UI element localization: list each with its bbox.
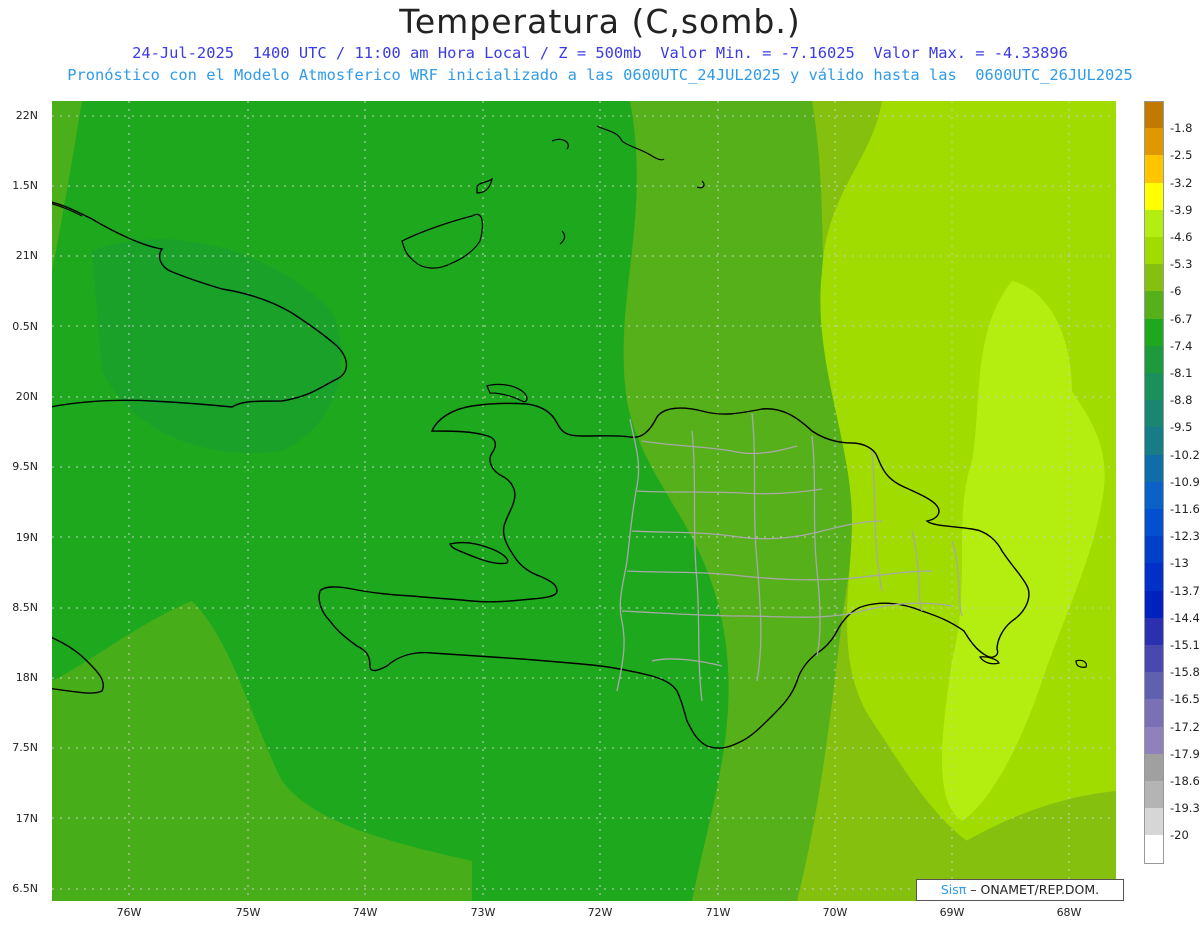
legend-swatch <box>1144 400 1164 429</box>
lat-label: 0.5N <box>12 320 38 333</box>
legend-swatch <box>1144 781 1164 809</box>
lat-label: 21N <box>15 249 38 262</box>
lat-label: 6.5N <box>12 882 38 895</box>
legend-swatch <box>1144 835 1164 865</box>
legend-swatch <box>1144 645 1164 673</box>
legend-label: -2.5 <box>1170 148 1193 163</box>
lat-label: 19N <box>15 531 38 544</box>
legend-swatch <box>1144 563 1164 592</box>
legend-swatch <box>1144 155 1164 184</box>
legend-label: -6 <box>1170 284 1182 299</box>
legend-swatch <box>1144 699 1164 728</box>
lon-label: 74W <box>352 906 378 919</box>
legend-label: -14.4 <box>1170 610 1200 625</box>
legend-label: -1.8 <box>1170 121 1193 136</box>
legend-swatch <box>1144 182 1164 211</box>
legend-label: -9.5 <box>1170 420 1193 435</box>
legend-swatch <box>1144 291 1164 320</box>
legend-swatch <box>1144 753 1164 782</box>
legend-label: -7.4 <box>1170 338 1193 353</box>
legend-swatch <box>1144 536 1164 565</box>
credit-text: – ONAMET/REP.DOM. <box>966 882 1100 897</box>
legend-label: -18.6 <box>1170 774 1200 788</box>
lat-label: 22N <box>15 109 38 122</box>
legend-label: -6.7 <box>1170 311 1193 326</box>
legend-label: -16.5 <box>1170 692 1200 707</box>
legend-swatch <box>1144 101 1164 130</box>
map-title: Temperatura (C,somb.) <box>399 2 801 41</box>
map-canvas <box>52 101 1116 901</box>
lon-label: 73W <box>470 906 496 919</box>
lat-label: 1.5N <box>12 179 38 192</box>
lon-label: 70W <box>822 906 848 919</box>
valid-time-line: 24-Jul-2025 1400 UTC / 11:00 am Hora Loc… <box>132 44 1068 62</box>
legend-label: -12.3 <box>1170 529 1200 544</box>
legend-label: -11.6 <box>1170 502 1200 516</box>
lon-label: 76W <box>116 906 142 919</box>
brand-name: Sisπ <box>940 882 967 897</box>
lon-label: 71W <box>705 906 731 919</box>
legend-swatch <box>1144 264 1164 293</box>
legend-swatch <box>1144 481 1164 510</box>
lon-label: 69W <box>939 906 965 919</box>
legend-label: -3.2 <box>1170 175 1193 190</box>
legend-swatch <box>1144 345 1164 374</box>
legend-swatch <box>1144 590 1164 619</box>
legend-swatch <box>1144 209 1164 238</box>
lat-label: 7.5N <box>12 741 38 754</box>
legend-label: -19.3 <box>1170 801 1200 816</box>
lon-label: 72W <box>587 906 613 919</box>
legend-swatch <box>1144 318 1164 347</box>
legend-swatch <box>1144 808 1164 837</box>
legend-label: -13.7 <box>1170 583 1200 598</box>
legend-label: -10.2 <box>1170 447 1200 462</box>
lat-label: 9.5N <box>12 460 38 473</box>
lat-label: 8.5N <box>12 601 38 614</box>
lon-label: 68W <box>1056 906 1082 919</box>
lat-label: 17N <box>15 812 38 825</box>
legend-label: -3.9 <box>1170 202 1193 217</box>
legend-label: -4.6 <box>1170 230 1193 244</box>
legend-label: -8.1 <box>1170 366 1193 380</box>
legend-label: -17.2 <box>1170 719 1200 734</box>
legend-swatch <box>1144 373 1164 401</box>
temperature-map[interactable] <box>52 101 1116 901</box>
model-info-line: Pronóstico con el Modelo Atmosferico WRF… <box>67 66 1133 84</box>
legend-label: -15.8 <box>1170 665 1200 680</box>
legend-swatch <box>1144 237 1164 265</box>
legend-label: -17.9 <box>1170 746 1200 761</box>
credit-box: Sisπ – ONAMET/REP.DOM. <box>916 879 1124 901</box>
legend-label: -15.1 <box>1170 638 1200 652</box>
legend-swatch <box>1144 617 1164 646</box>
legend-swatch <box>1144 128 1164 157</box>
lon-label: 75W <box>235 906 261 919</box>
legend-label: -8.8 <box>1170 393 1193 408</box>
legend-label: -10.9 <box>1170 474 1200 489</box>
legend-swatch <box>1144 509 1164 537</box>
lat-label: 18N <box>15 671 38 684</box>
legend-swatch <box>1144 672 1164 701</box>
lat-label: 20N <box>15 390 38 403</box>
legend-swatch <box>1144 454 1164 483</box>
legend-swatch <box>1144 427 1164 456</box>
legend-label: -20 <box>1170 828 1189 843</box>
legend-swatch <box>1144 726 1164 755</box>
legend-label: -5.3 <box>1170 257 1193 272</box>
legend-label: -13 <box>1170 556 1189 571</box>
